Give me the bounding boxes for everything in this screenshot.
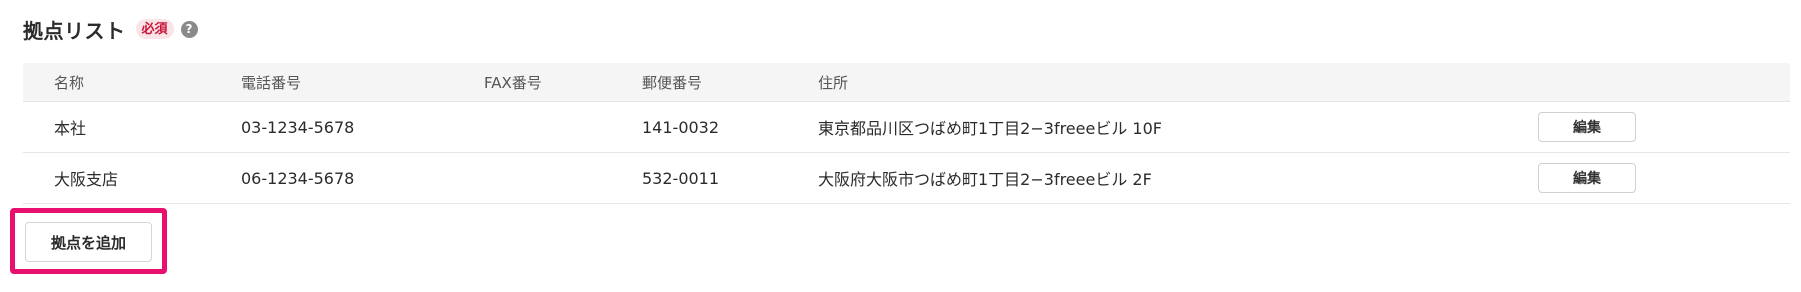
section-title: 拠点リスト: [23, 18, 126, 43]
edit-cell: 編集: [1538, 102, 1636, 152]
table-header-row: 名称 電話番号 FAX番号 郵便番号 住所: [23, 63, 1790, 102]
location-table: 名称 電話番号 FAX番号 郵便番号 住所 本社 03-1234-5678 14…: [23, 63, 1790, 204]
cell-zip: 532-0011: [642, 168, 720, 188]
cell-phone: 03-1234-5678: [241, 117, 355, 137]
table-row: 本社 03-1234-5678 141-0032 東京都品川区つばめ町1丁目2−…: [23, 102, 1790, 153]
column-header-phone: 電話番号: [241, 73, 302, 92]
section-header: 拠点リスト 必須 ?: [23, 14, 198, 44]
cell-name: 大阪支店: [54, 170, 119, 189]
cell-name: 本社: [54, 119, 87, 138]
column-header-name: 名称: [54, 73, 85, 92]
edit-button[interactable]: 編集: [1538, 112, 1636, 142]
edit-cell: 編集: [1538, 153, 1636, 203]
table-row: 大阪支店 06-1234-5678 532-0011 大阪府大阪市つばめ町1丁目…: [23, 153, 1790, 204]
column-header-fax: FAX番号: [484, 73, 542, 92]
cell-zip: 141-0032: [642, 117, 720, 137]
required-badge: 必須: [135, 19, 174, 39]
cell-phone: 06-1234-5678: [241, 168, 355, 188]
cell-address: 大阪府大阪市つばめ町1丁目2−3freeeビル 2F: [818, 170, 1152, 189]
column-header-address: 住所: [818, 73, 849, 92]
help-icon[interactable]: ?: [180, 20, 198, 38]
edit-button[interactable]: 編集: [1538, 163, 1636, 193]
add-location-button[interactable]: 拠点を追加: [25, 222, 152, 262]
column-header-zip: 郵便番号: [642, 73, 703, 92]
cell-address: 東京都品川区つばめ町1丁目2−3freeeビル 10F: [818, 119, 1162, 138]
